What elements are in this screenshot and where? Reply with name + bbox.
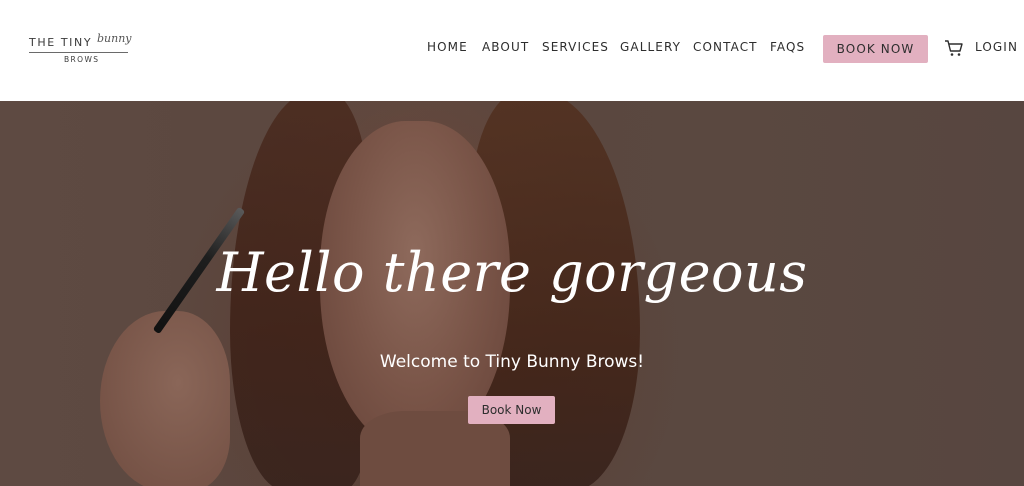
site-header: THE TINY bunny BROWS HOME ABOUT SERVICES… bbox=[0, 0, 1024, 101]
logo-text-script: bunny bbox=[97, 32, 132, 45]
book-now-button[interactable]: BOOK NOW bbox=[823, 35, 928, 63]
nav-faqs[interactable]: FAQS bbox=[770, 40, 805, 54]
nav-about[interactable]: ABOUT bbox=[482, 40, 529, 54]
logo-text-top: THE TINY bbox=[29, 36, 93, 49]
nav-services[interactable]: SERVICES bbox=[542, 40, 609, 54]
hero-image-hand bbox=[100, 311, 230, 486]
logo-divider bbox=[29, 52, 128, 53]
logo[interactable]: THE TINY bunny BROWS bbox=[29, 32, 132, 67]
logo-text-bottom: BROWS bbox=[64, 55, 100, 64]
hero-heading: Hello there gorgeous bbox=[216, 241, 808, 304]
nav-home[interactable]: HOME bbox=[427, 40, 468, 54]
hero-subheading: Welcome to Tiny Bunny Brows! bbox=[379, 352, 645, 372]
nav-contact[interactable]: CONTACT bbox=[693, 40, 758, 54]
cart-icon-graphic bbox=[945, 40, 963, 56]
login-link[interactable]: LOGIN bbox=[975, 40, 1018, 54]
nav-gallery[interactable]: GALLERY bbox=[620, 40, 681, 54]
cart-icon[interactable] bbox=[944, 38, 964, 58]
hero-section: Hello there gorgeous Welcome to Tiny Bun… bbox=[0, 101, 1024, 486]
hero-book-now-button[interactable]: Book Now bbox=[468, 396, 555, 424]
